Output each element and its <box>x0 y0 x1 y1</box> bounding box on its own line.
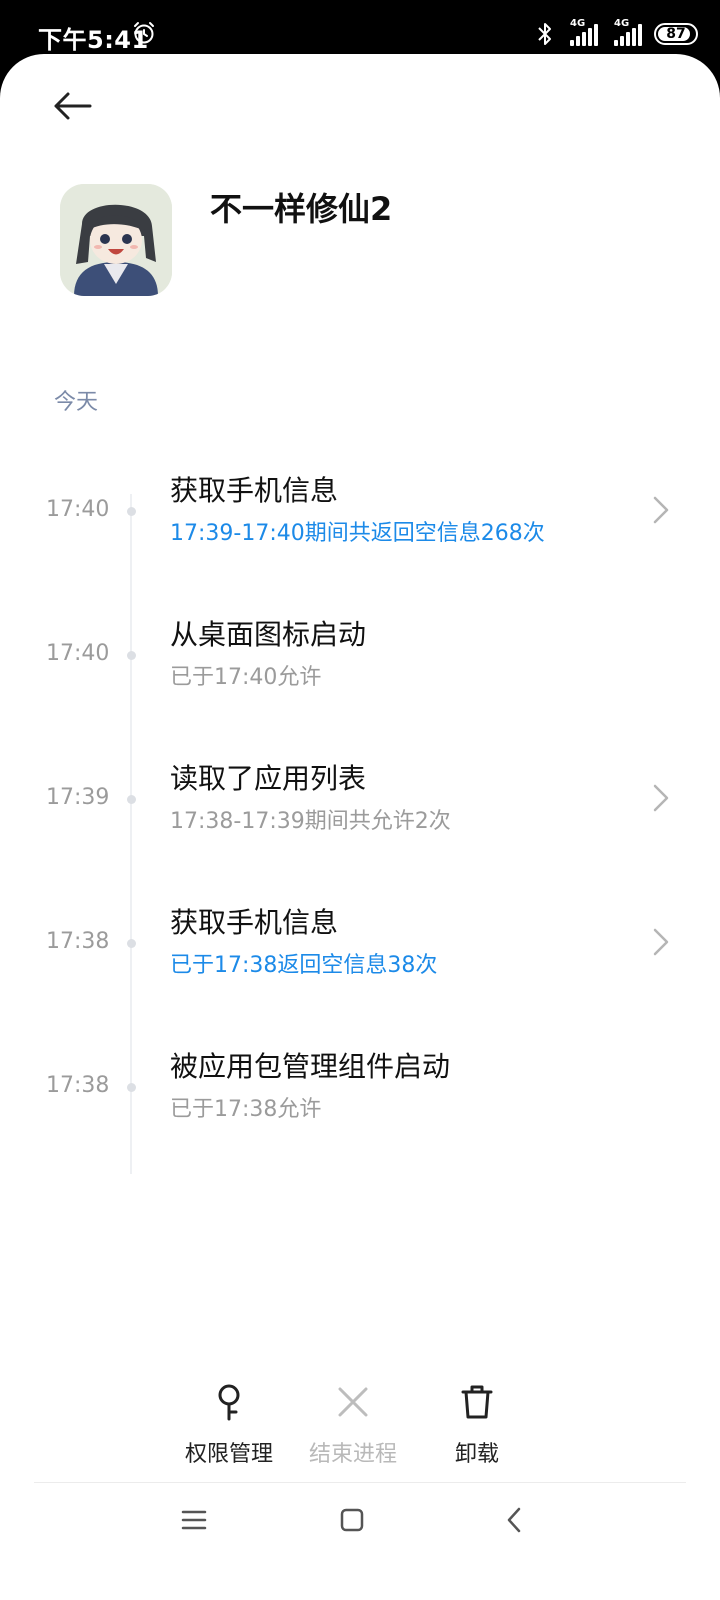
navigation-bar <box>0 1490 720 1546</box>
signal-icon: 4G <box>566 18 598 46</box>
event-time: 17:38 <box>46 929 110 954</box>
event-title: 获取手机信息 <box>170 474 339 507</box>
timeline-event[interactable]: 17:38 获取手机信息 已于17:38返回空信息38次 <box>0 891 720 1011</box>
timeline-event[interactable]: 17:39 读取了应用列表 17:38-17:39期间共允许2次 <box>0 747 720 867</box>
event-title: 从桌面图标启动 <box>170 618 367 651</box>
timeline-event: 17:40 从桌面图标启动 已于17:40允许 <box>0 603 720 723</box>
network-type-2: 4G <box>614 18 630 29</box>
key-icon <box>218 1384 240 1421</box>
bluetooth-icon <box>538 23 551 45</box>
event-title: 获取手机信息 <box>170 906 339 939</box>
permissions-button[interactable]: 权限管理 <box>169 1370 289 1468</box>
trash-icon <box>461 1385 493 1419</box>
nav-back-button[interactable] <box>496 1504 532 1536</box>
menu-button[interactable] <box>176 1504 212 1536</box>
battery-icon: 87 <box>654 23 698 45</box>
chevron-right-icon <box>653 784 669 812</box>
timeline-dot <box>127 939 136 948</box>
app-name: 不一样修仙2 <box>210 190 393 228</box>
section-date-label: 今天 <box>54 390 99 415</box>
alarm-icon <box>134 22 154 44</box>
arrow-left-icon <box>54 92 92 120</box>
network-type-1: 4G <box>570 18 586 29</box>
bottom-action-bar: 权限管理 结束进程 卸载 <box>0 1370 720 1480</box>
event-time: 17:40 <box>46 641 110 666</box>
uninstall-label: 卸载 <box>454 1442 499 1467</box>
event-time: 17:39 <box>46 785 110 810</box>
chevron-left-icon <box>507 1507 521 1533</box>
app-behavior-sheet: 不一样修仙2 今天 17:40 获取手机信息 17:39-17:40期间共返回空… <box>0 54 720 1600</box>
event-title: 读取了应用列表 <box>170 762 367 795</box>
home-button[interactable] <box>334 1504 370 1536</box>
permissions-label: 权限管理 <box>184 1442 273 1467</box>
timeline-event: 17:38 被应用包管理组件启动 已于17:38允许 <box>0 1035 720 1155</box>
event-time: 17:38 <box>46 1073 110 1098</box>
chevron-right-icon <box>653 928 669 956</box>
event-time: 17:40 <box>46 497 110 522</box>
battery-level: 87 <box>666 26 686 42</box>
menu-icon <box>181 1510 207 1530</box>
timeline-event[interactable]: 17:40 获取手机信息 17:39-17:40期间共返回空信息268次 <box>0 459 720 579</box>
timeline-dot <box>127 1083 136 1092</box>
app-avatar-icon <box>60 184 172 296</box>
event-title: 被应用包管理组件启动 <box>170 1050 451 1083</box>
end-process-label: 结束进程 <box>308 1442 397 1467</box>
divider <box>34 1482 686 1483</box>
uninstall-button[interactable]: 卸载 <box>417 1370 537 1468</box>
close-icon <box>338 1387 368 1417</box>
event-subtitle: 已于17:38允许 <box>170 1097 322 1122</box>
chevron-right-icon <box>653 496 669 524</box>
app-icon <box>60 184 172 296</box>
event-subtitle: 已于17:40允许 <box>170 665 322 690</box>
timeline-dot <box>127 651 136 660</box>
timeline-dot <box>127 507 136 516</box>
event-subtitle: 17:38-17:39期间共允许2次 <box>170 809 451 834</box>
back-button[interactable] <box>46 84 98 128</box>
event-subtitle: 17:39-17:40期间共返回空信息268次 <box>170 521 545 546</box>
timeline-dot <box>127 795 136 804</box>
signal-icon: 4G <box>610 18 642 46</box>
home-icon <box>340 1508 364 1532</box>
event-subtitle: 已于17:38返回空信息38次 <box>170 953 438 978</box>
end-process-button[interactable]: 结束进程 <box>293 1370 413 1468</box>
